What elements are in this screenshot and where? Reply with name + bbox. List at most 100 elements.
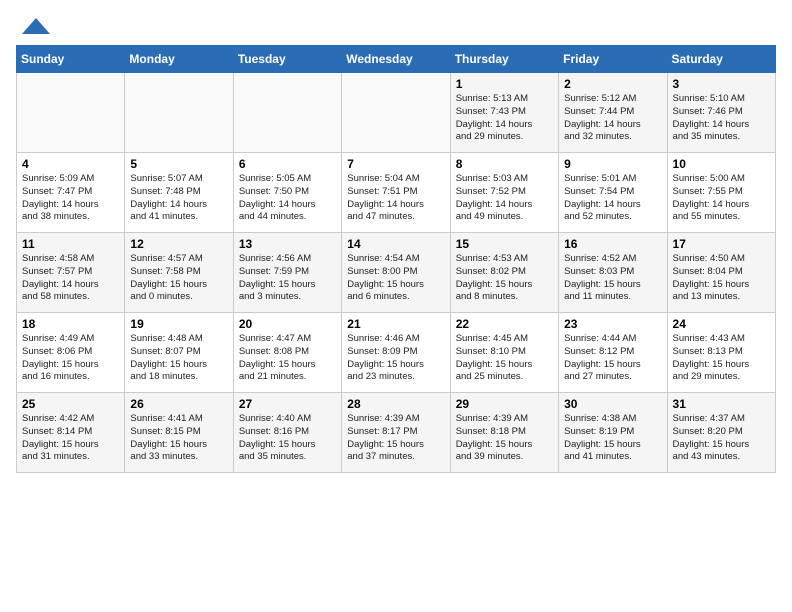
day-info: Sunrise: 5:09 AM Sunset: 7:47 PM Dayligh… (22, 173, 119, 224)
calendar-cell: 22Sunrise: 4:45 AM Sunset: 8:10 PM Dayli… (450, 313, 558, 393)
calendar-cell: 8 Sunrise: 5:03 AM Sunset: 7:52 PM Daylig… (450, 153, 558, 233)
day-number: 26 (130, 397, 227, 411)
day-info: Sunrise: 4:43 AM Sunset: 8:13 PM Dayligh… (673, 333, 770, 384)
day-number: 15 (456, 237, 553, 251)
day-number: 19 (130, 317, 227, 331)
day-info: Sunrise: 4:39 AM Sunset: 8:17 PM Dayligh… (347, 413, 444, 464)
day-info: Sunrise: 5:12 AM Sunset: 7:44 PM Dayligh… (564, 93, 661, 144)
day-number: 29 (456, 397, 553, 411)
day-number: 14 (347, 237, 444, 251)
calendar-body: 1 Sunrise: 5:13 AM Sunset: 7:43 PM Daylig… (17, 73, 776, 473)
day-number: 8 (456, 157, 553, 171)
day-info: Sunrise: 5:07 AM Sunset: 7:48 PM Dayligh… (130, 173, 227, 224)
calendar-cell: 13 Sunrise: 4:56 AM Sunset: 7:59 PM Dayli… (233, 233, 341, 313)
day-info: Sunrise: 4:56 AM Sunset: 7:59 PM Dayligh… (239, 253, 336, 304)
day-info: Sunrise: 4:57 AM Sunset: 7:58 PM Dayligh… (130, 253, 227, 304)
day-number: 28 (347, 397, 444, 411)
day-number: 1 (456, 77, 553, 91)
logo-text (16, 16, 52, 41)
day-info: Sunrise: 4:54 AM Sunset: 8:00 PM Dayligh… (347, 253, 444, 304)
calendar-cell: 18Sunrise: 4:49 AM Sunset: 8:06 PM Dayli… (17, 313, 125, 393)
day-info: Sunrise: 5:04 AM Sunset: 7:51 PM Dayligh… (347, 173, 444, 224)
day-number: 30 (564, 397, 661, 411)
day-info: Sunrise: 4:58 AM Sunset: 7:57 PM Dayligh… (22, 253, 119, 304)
day-number: 12 (130, 237, 227, 251)
day-number: 3 (673, 77, 770, 91)
day-info: Sunrise: 4:37 AM Sunset: 8:20 PM Dayligh… (673, 413, 770, 464)
weekday-saturday: Saturday (667, 46, 775, 73)
day-number: 23 (564, 317, 661, 331)
calendar-cell: 21 Sunrise: 4:46 AM Sunset: 8:09 PM Dayli… (342, 313, 450, 393)
day-number: 18 (22, 317, 119, 331)
calendar-cell: 30 Sunrise: 4:38 AM Sunset: 8:19 PM Dayli… (559, 393, 667, 473)
day-number: 13 (239, 237, 336, 251)
calendar-cell: 12 Sunrise: 4:57 AM Sunset: 7:58 PM Dayli… (125, 233, 233, 313)
calendar-cell: 2Sunrise: 5:12 AM Sunset: 7:44 PM Daylig… (559, 73, 667, 153)
calendar-cell: 6 Sunrise: 5:05 AM Sunset: 7:50 PM Daylig… (233, 153, 341, 233)
day-info: Sunrise: 5:05 AM Sunset: 7:50 PM Dayligh… (239, 173, 336, 224)
weekday-friday: Friday (559, 46, 667, 73)
calendar-week-5: 25Sunrise: 4:42 AM Sunset: 8:14 PM Dayli… (17, 393, 776, 473)
weekday-monday: Monday (125, 46, 233, 73)
day-number: 24 (673, 317, 770, 331)
day-info: Sunrise: 5:00 AM Sunset: 7:55 PM Dayligh… (673, 173, 770, 224)
day-number: 10 (673, 157, 770, 171)
day-info: Sunrise: 4:38 AM Sunset: 8:19 PM Dayligh… (564, 413, 661, 464)
calendar-header: SundayMondayTuesdayWednesdayThursdayFrid… (17, 46, 776, 73)
day-info: Sunrise: 4:45 AM Sunset: 8:10 PM Dayligh… (456, 333, 553, 384)
day-number: 9 (564, 157, 661, 171)
day-info: Sunrise: 4:53 AM Sunset: 8:02 PM Dayligh… (456, 253, 553, 304)
calendar-cell: 1 Sunrise: 5:13 AM Sunset: 7:43 PM Daylig… (450, 73, 558, 153)
calendar-cell: 11 Sunrise: 4:58 AM Sunset: 7:57 PM Dayli… (17, 233, 125, 313)
day-info: Sunrise: 4:47 AM Sunset: 8:08 PM Dayligh… (239, 333, 336, 384)
day-info: Sunrise: 4:39 AM Sunset: 8:18 PM Dayligh… (456, 413, 553, 464)
day-info: Sunrise: 4:48 AM Sunset: 8:07 PM Dayligh… (130, 333, 227, 384)
calendar-cell: 17 Sunrise: 4:50 AM Sunset: 8:04 PM Dayli… (667, 233, 775, 313)
calendar-cell: 23Sunrise: 4:44 AM Sunset: 8:12 PM Dayli… (559, 313, 667, 393)
day-info: Sunrise: 5:13 AM Sunset: 7:43 PM Dayligh… (456, 93, 553, 144)
day-info: Sunrise: 4:50 AM Sunset: 8:04 PM Dayligh… (673, 253, 770, 304)
calendar-cell: 7 Sunrise: 5:04 AM Sunset: 7:51 PM Daylig… (342, 153, 450, 233)
weekday-wednesday: Wednesday (342, 46, 450, 73)
weekday-tuesday: Tuesday (233, 46, 341, 73)
weekday-thursday: Thursday (450, 46, 558, 73)
calendar-cell: 19 Sunrise: 4:48 AM Sunset: 8:07 PM Dayli… (125, 313, 233, 393)
calendar-cell: 29 Sunrise: 4:39 AM Sunset: 8:18 PM Dayli… (450, 393, 558, 473)
calendar-cell: 26 Sunrise: 4:41 AM Sunset: 8:15 PM Dayli… (125, 393, 233, 473)
calendar-cell: 4 Sunrise: 5:09 AM Sunset: 7:47 PM Daylig… (17, 153, 125, 233)
day-info: Sunrise: 4:46 AM Sunset: 8:09 PM Dayligh… (347, 333, 444, 384)
day-number: 20 (239, 317, 336, 331)
calendar-cell: 31 Sunrise: 4:37 AM Sunset: 8:20 PM Dayli… (667, 393, 775, 473)
calendar-week-1: 1 Sunrise: 5:13 AM Sunset: 7:43 PM Daylig… (17, 73, 776, 153)
day-number: 27 (239, 397, 336, 411)
day-number: 5 (130, 157, 227, 171)
calendar-cell: 5 Sunrise: 5:07 AM Sunset: 7:48 PM Daylig… (125, 153, 233, 233)
day-number: 17 (673, 237, 770, 251)
calendar-cell: 25Sunrise: 4:42 AM Sunset: 8:14 PM Dayli… (17, 393, 125, 473)
calendar-cell (342, 73, 450, 153)
day-info: Sunrise: 4:41 AM Sunset: 8:15 PM Dayligh… (130, 413, 227, 464)
calendar-cell (125, 73, 233, 153)
calendar-cell: 24 Sunrise: 4:43 AM Sunset: 8:13 PM Dayli… (667, 313, 775, 393)
calendar-cell (233, 73, 341, 153)
calendar-week-4: 18Sunrise: 4:49 AM Sunset: 8:06 PM Dayli… (17, 313, 776, 393)
day-number: 7 (347, 157, 444, 171)
day-info: Sunrise: 5:10 AM Sunset: 7:46 PM Dayligh… (673, 93, 770, 144)
day-number: 6 (239, 157, 336, 171)
day-info: Sunrise: 4:52 AM Sunset: 8:03 PM Dayligh… (564, 253, 661, 304)
day-number: 11 (22, 237, 119, 251)
calendar-cell: 16 Sunrise: 4:52 AM Sunset: 8:03 PM Dayli… (559, 233, 667, 313)
calendar-cell (17, 73, 125, 153)
day-number: 16 (564, 237, 661, 251)
calendar-cell: 27 Sunrise: 4:40 AM Sunset: 8:16 PM Dayli… (233, 393, 341, 473)
day-info: Sunrise: 5:03 AM Sunset: 7:52 PM Dayligh… (456, 173, 553, 224)
day-number: 4 (22, 157, 119, 171)
calendar-cell: 3 Sunrise: 5:10 AM Sunset: 7:46 PM Daylig… (667, 73, 775, 153)
day-number: 21 (347, 317, 444, 331)
logo (16, 16, 52, 41)
day-number: 31 (673, 397, 770, 411)
calendar-cell: 20 Sunrise: 4:47 AM Sunset: 8:08 PM Dayli… (233, 313, 341, 393)
weekday-sunday: Sunday (17, 46, 125, 73)
day-info: Sunrise: 4:42 AM Sunset: 8:14 PM Dayligh… (22, 413, 119, 464)
day-info: Sunrise: 4:40 AM Sunset: 8:16 PM Dayligh… (239, 413, 336, 464)
